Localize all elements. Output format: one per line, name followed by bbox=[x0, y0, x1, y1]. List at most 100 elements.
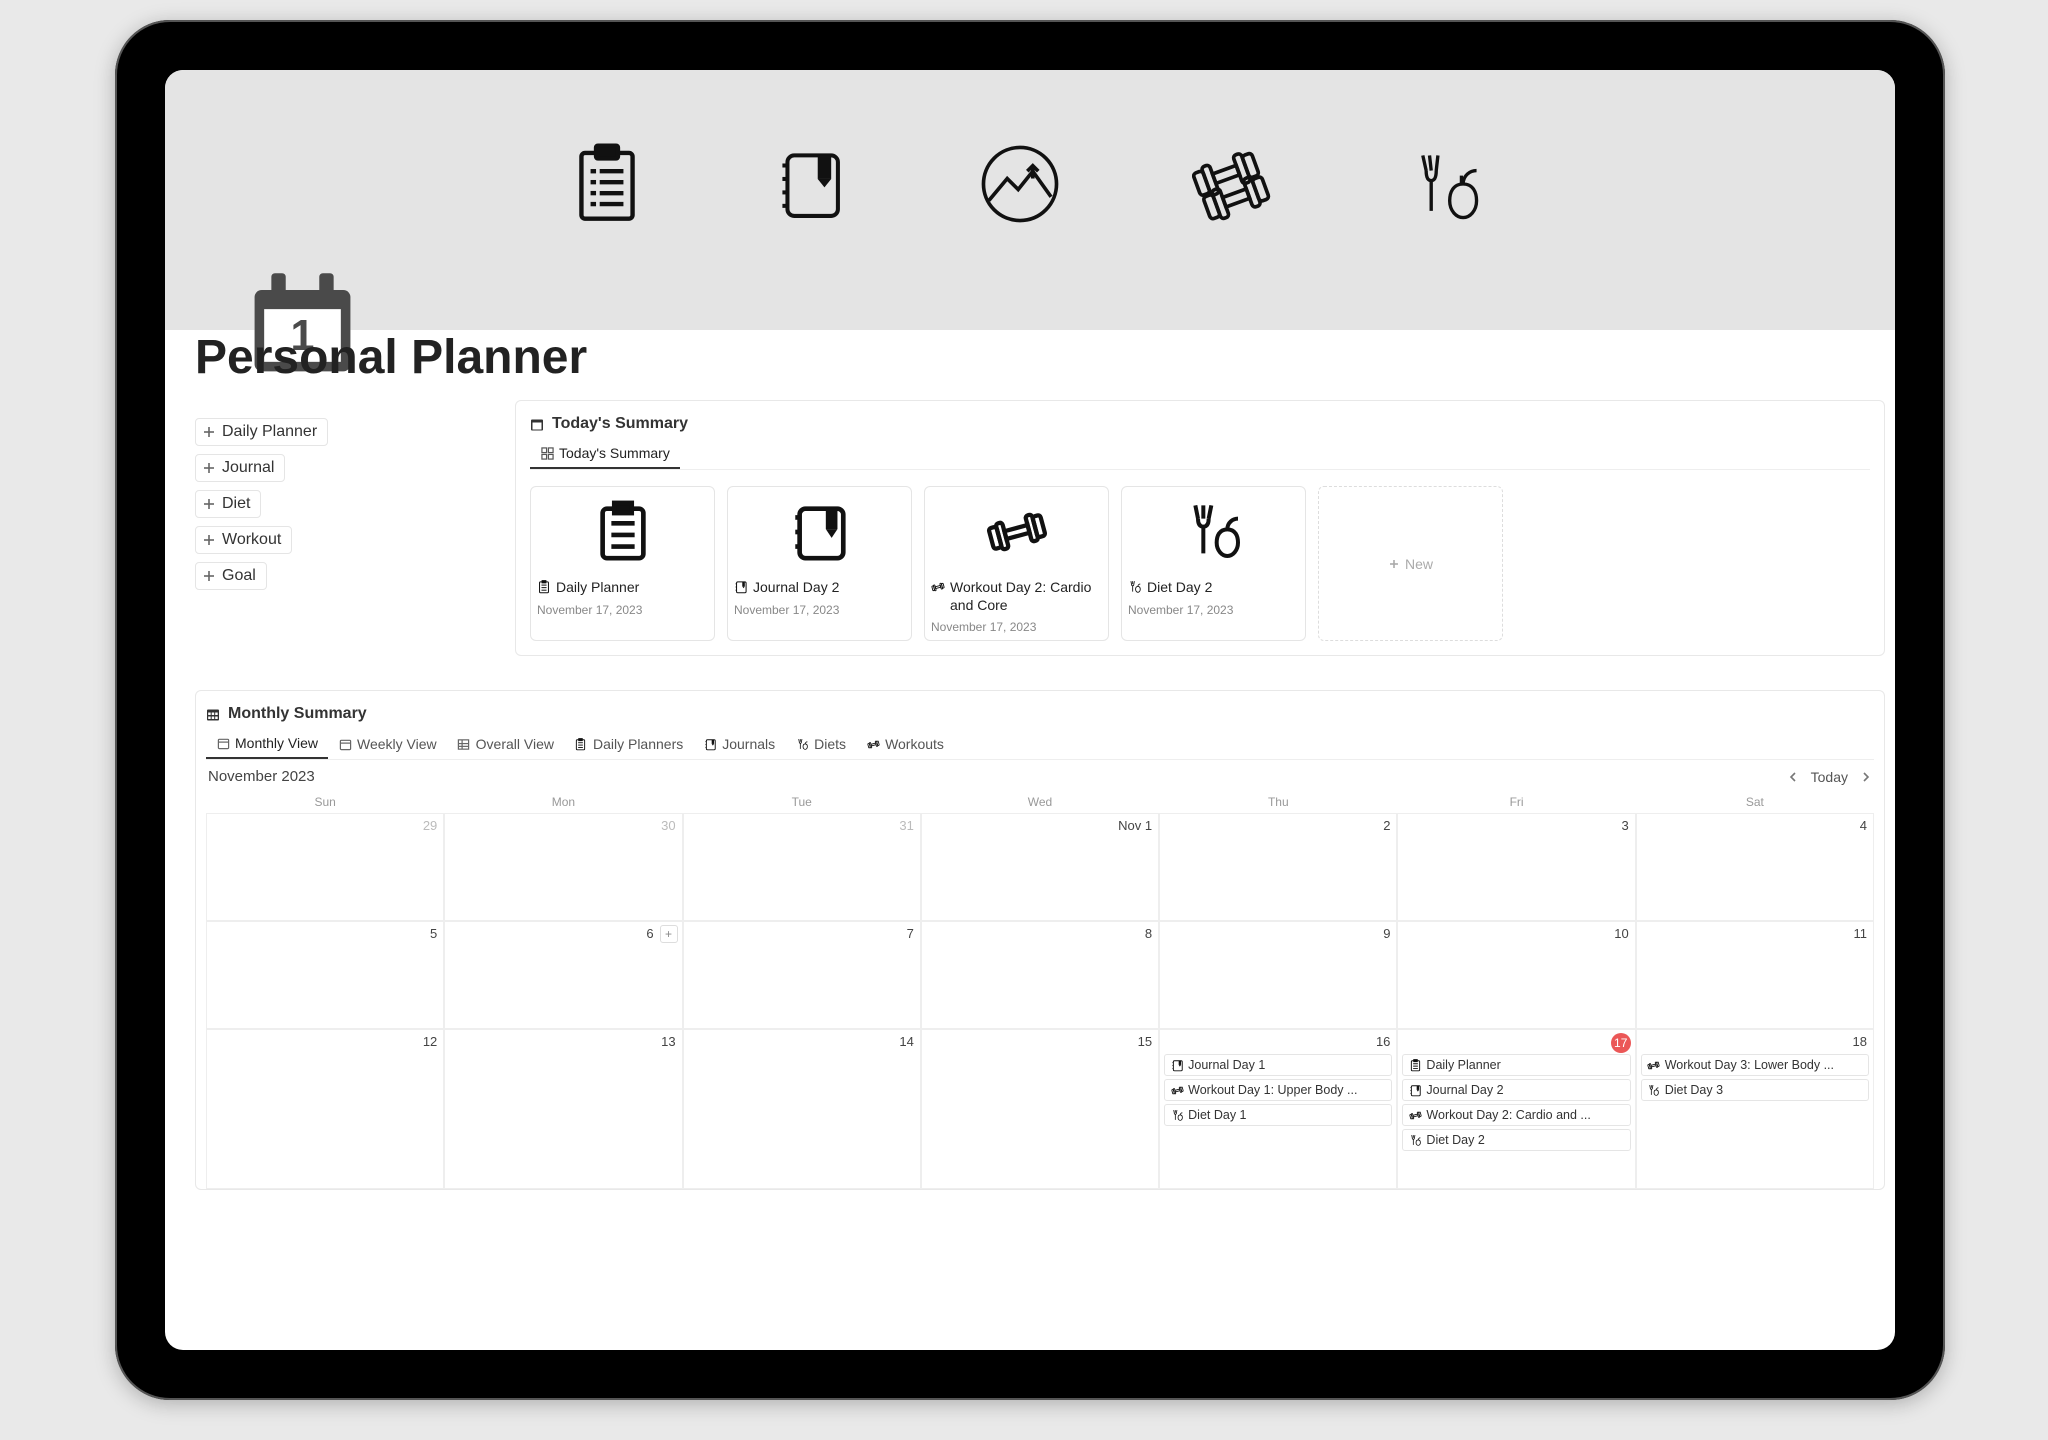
card-date: November 17, 2023 bbox=[734, 603, 905, 617]
calendar-event[interactable]: Diet Day 1 bbox=[1164, 1104, 1392, 1126]
calendar-cell[interactable]: 29 bbox=[206, 813, 444, 921]
new-card-button[interactable]: New bbox=[1318, 486, 1503, 641]
tab-todays-summary[interactable]: Today's Summary bbox=[530, 439, 680, 469]
calendar-cell[interactable]: 8 bbox=[921, 921, 1159, 1029]
weekday-label: Fri bbox=[1397, 791, 1635, 813]
calendar-cell[interactable]: 2 bbox=[1159, 813, 1397, 921]
tab-weekly-view[interactable]: Weekly View bbox=[328, 729, 447, 759]
tab-diets[interactable]: Diets bbox=[785, 729, 856, 759]
journal-icon bbox=[734, 493, 905, 571]
day-number: 2 bbox=[1383, 818, 1390, 833]
tab-journals[interactable]: Journals bbox=[693, 729, 785, 759]
calendar-event[interactable]: Workout Day 2: Cardio and ... bbox=[1402, 1104, 1630, 1126]
calendar-cell[interactable]: 31 bbox=[683, 813, 921, 921]
dumbbell-icon bbox=[931, 493, 1102, 571]
weekday-label: Tue bbox=[683, 791, 921, 813]
monthly-summary-header: Monthly Summary bbox=[206, 705, 1874, 723]
top-icon-row bbox=[165, 142, 1895, 226]
diet-icon bbox=[1128, 580, 1142, 594]
monthly-summary-section: Monthly Summary Monthly ViewWeekly ViewO… bbox=[195, 690, 1885, 1190]
calendar-cell[interactable]: 11 bbox=[1636, 921, 1874, 1029]
prev-month-icon[interactable] bbox=[1787, 771, 1799, 783]
diet-icon bbox=[1170, 1108, 1184, 1122]
summary-card[interactable]: Daily Planner November 17, 2023 bbox=[530, 486, 715, 641]
calendar-cell[interactable]: 17Daily PlannerJournal Day 2Workout Day … bbox=[1397, 1029, 1635, 1189]
calendar-cell[interactable]: Nov 1 bbox=[921, 813, 1159, 921]
next-month-icon[interactable] bbox=[1860, 771, 1872, 783]
summary-card[interactable]: Diet Day 2November 17, 2023 bbox=[1121, 486, 1306, 641]
card-title-text: Workout Day 2: Cardio and Core bbox=[950, 579, 1102, 614]
day-number: 6 bbox=[646, 926, 653, 941]
cover-image: 1 bbox=[165, 70, 1895, 330]
add-journal-button[interactable]: Journal bbox=[195, 454, 285, 482]
calendar-day-icon bbox=[530, 417, 544, 431]
dumbbell-icon bbox=[1170, 1083, 1184, 1097]
calendar-month-icon bbox=[206, 707, 220, 721]
tab-monthly-view[interactable]: Monthly View bbox=[206, 729, 328, 759]
add-daily-planner-button[interactable]: Daily Planner bbox=[195, 418, 328, 446]
summary-card[interactable]: Workout Day 2: Cardio and CoreNovember 1… bbox=[924, 486, 1109, 641]
calendar-cell[interactable]: 9 bbox=[1159, 921, 1397, 1029]
today-button[interactable]: Today bbox=[1811, 769, 1848, 785]
todays-summary-section: Today's Summary Today's Summary Daily Pl… bbox=[515, 400, 1885, 656]
tablet-frame: 1 Personal Planner Daily Planner Journal… bbox=[115, 20, 1945, 1400]
calendar-cell[interactable]: 12 bbox=[206, 1029, 444, 1189]
add-goal-button[interactable]: Goal bbox=[195, 562, 267, 590]
gallery-icon bbox=[540, 446, 554, 460]
calendar-cell[interactable]: 5 bbox=[206, 921, 444, 1029]
calendar-cell[interactable]: 18 Workout Day 3: Lower Body ... Diet Day … bbox=[1636, 1029, 1874, 1189]
calendar-cell[interactable]: 3 bbox=[1397, 813, 1635, 921]
calendar-cell[interactable]: 15 bbox=[921, 1029, 1159, 1189]
add-workout-button[interactable]: Workout bbox=[195, 526, 292, 554]
calendar-month-label: November 2023 bbox=[208, 768, 315, 785]
calendar-cell[interactable]: 16Journal Day 1Workout Day 1: Upper Body… bbox=[1159, 1029, 1397, 1189]
calendar-event[interactable]: Workout Day 1: Upper Body ... bbox=[1164, 1079, 1392, 1101]
card-title-text: Daily Planner bbox=[556, 579, 639, 597]
day-number: 11 bbox=[1854, 926, 1868, 941]
day-number: Nov 1 bbox=[1118, 818, 1152, 833]
journal-icon bbox=[1170, 1058, 1184, 1072]
calendar-event[interactable]: Diet Day 3 bbox=[1641, 1079, 1869, 1101]
day-number: 5 bbox=[430, 926, 437, 941]
clipboard-icon bbox=[537, 580, 551, 594]
card-title-text: Journal Day 2 bbox=[753, 579, 839, 597]
calendar-cell[interactable]: 6+ bbox=[444, 921, 682, 1029]
summary-card[interactable]: Journal Day 2 November 17, 2023 bbox=[727, 486, 912, 641]
calendar-event[interactable]: Diet Day 2 bbox=[1402, 1129, 1630, 1151]
calendar-event[interactable]: Journal Day 1 bbox=[1164, 1054, 1392, 1076]
page-title: Personal Planner bbox=[195, 330, 587, 385]
add-diet-button[interactable]: Diet bbox=[195, 490, 261, 518]
weekday-label: Mon bbox=[444, 791, 682, 813]
calendar-cell[interactable]: 4 bbox=[1636, 813, 1874, 921]
todays-summary-tabs: Today's Summary bbox=[530, 439, 1870, 470]
add-event-icon[interactable]: + bbox=[660, 925, 678, 943]
clipboard-icon[interactable] bbox=[570, 142, 644, 226]
mountain-icon[interactable] bbox=[978, 142, 1062, 226]
tab-overall-view[interactable]: Overall View bbox=[447, 729, 564, 759]
calendar-event[interactable]: Journal Day 2 bbox=[1402, 1079, 1630, 1101]
tab-icon bbox=[866, 737, 880, 751]
calendar-cell[interactable]: 7 bbox=[683, 921, 921, 1029]
calendar-grid: SunMonTueWedThuFriSat 293031Nov 123456+7… bbox=[206, 791, 1874, 1189]
day-number: 7 bbox=[907, 926, 914, 941]
card-date: November 17, 2023 bbox=[537, 603, 708, 617]
calendar-event[interactable]: Workout Day 3: Lower Body ... bbox=[1641, 1054, 1869, 1076]
calendar-cell[interactable]: 10 bbox=[1397, 921, 1635, 1029]
tab-workouts[interactable]: Workouts bbox=[856, 729, 954, 759]
card-date: November 17, 2023 bbox=[1128, 603, 1299, 617]
tab-icon bbox=[574, 737, 588, 751]
calendar-cell[interactable]: 30 bbox=[444, 813, 682, 921]
day-number: 14 bbox=[899, 1034, 913, 1049]
calendar-event[interactable]: Daily Planner bbox=[1402, 1054, 1630, 1076]
calendar-cell[interactable]: 14 bbox=[683, 1029, 921, 1189]
clipboard-icon bbox=[1408, 1058, 1422, 1072]
dumbbell-icon[interactable] bbox=[1192, 142, 1276, 226]
diet-icon[interactable] bbox=[1406, 142, 1490, 226]
day-number: 18 bbox=[1853, 1034, 1867, 1049]
weekday-label: Wed bbox=[921, 791, 1159, 813]
tab-daily-planners[interactable]: Daily Planners bbox=[564, 729, 693, 759]
journal-icon[interactable] bbox=[774, 142, 848, 226]
day-number: 29 bbox=[423, 818, 437, 833]
calendar-cell[interactable]: 13 bbox=[444, 1029, 682, 1189]
journal-icon bbox=[1408, 1083, 1422, 1097]
